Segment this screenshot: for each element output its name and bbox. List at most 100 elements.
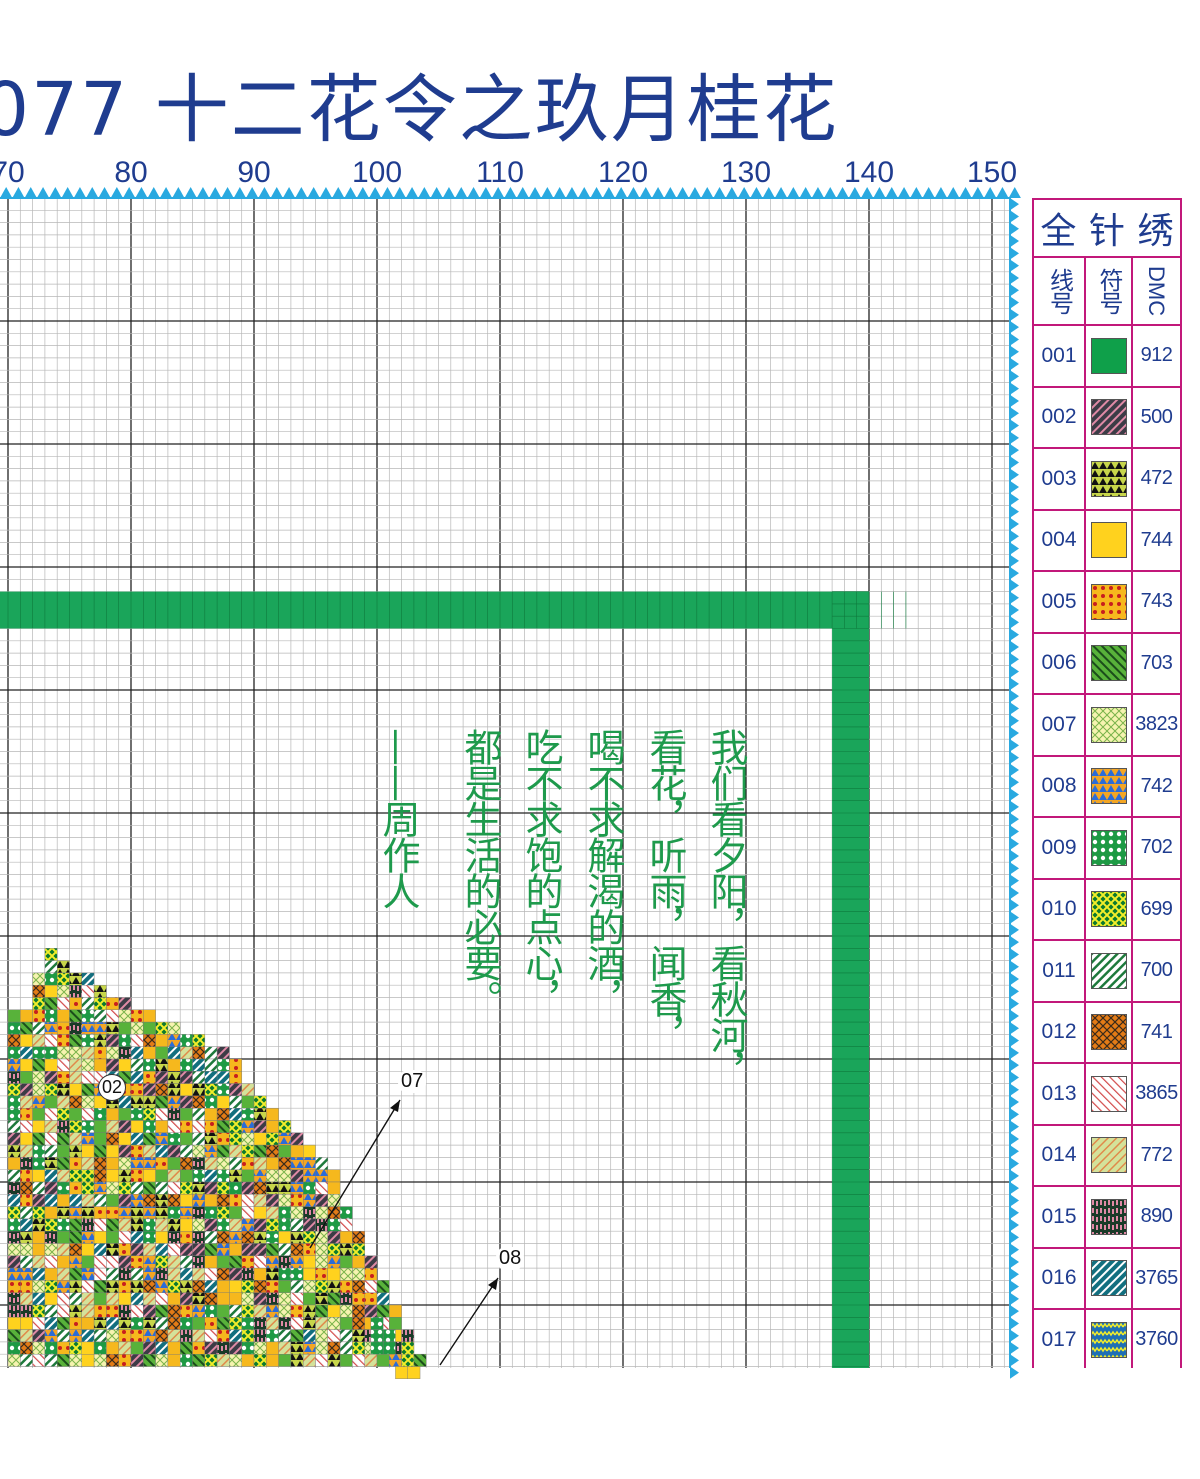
thread-number: 005	[1034, 572, 1086, 632]
ruler-label: 80	[114, 156, 147, 189]
symbol-cell	[1086, 510, 1133, 570]
legend-row: 016 3765	[1034, 1248, 1180, 1310]
legend-row: 002 500	[1034, 387, 1180, 449]
poem-line: 我们看夕阳，看秋河，	[704, 728, 748, 1088]
ruler-label: 120	[598, 156, 648, 189]
symbol-swatch	[1090, 706, 1127, 743]
symbol-cell	[1086, 572, 1133, 632]
legend-row: 005 743	[1034, 572, 1180, 634]
legend-title-char: 全	[1040, 211, 1077, 252]
symbol-cell	[1086, 1064, 1133, 1124]
ruler-label: 70	[0, 156, 25, 189]
symbol-swatch	[1090, 1137, 1127, 1174]
thread-number: 014	[1034, 1125, 1086, 1185]
legend-rows: 001 912 002 500 003 472 004 744 005 743 006 703 007 3…	[1034, 326, 1180, 1368]
poem-line: ——周作人	[376, 728, 420, 908]
dmc-code: 472	[1140, 467, 1173, 490]
symbol-swatch	[1090, 952, 1127, 989]
thread-number: 016	[1034, 1248, 1086, 1308]
symbol-cell	[1086, 1310, 1133, 1368]
thread-number: 008	[1034, 756, 1086, 816]
legend-row: 001 912	[1034, 326, 1180, 388]
thread-number: 010	[1034, 879, 1086, 939]
dmc-code: 912	[1140, 344, 1173, 367]
ruler-label: 100	[352, 156, 402, 189]
thread-number: 006	[1034, 633, 1086, 693]
dmc-code: 741	[1140, 1020, 1173, 1043]
dmc-code: 3823	[1135, 713, 1178, 736]
symbol-cell	[1086, 941, 1133, 1001]
poem-line: 喝不求解渴的酒，	[581, 728, 625, 1016]
symbol-cell	[1086, 1125, 1133, 1185]
symbol-cell	[1086, 1248, 1133, 1308]
thread-number: 004	[1034, 510, 1086, 570]
dmc-code: 3760	[1135, 1328, 1178, 1351]
legend-header: 线号 符号 DMC	[1034, 258, 1180, 326]
legend-row: 009 702	[1034, 818, 1180, 880]
symbol-swatch	[1090, 645, 1127, 682]
symbol-swatch	[1090, 891, 1127, 928]
symbol-swatch	[1090, 522, 1127, 559]
legend-row: 007 3823	[1034, 695, 1180, 757]
ruler-label: 150	[967, 156, 1017, 189]
callout-08: 08	[496, 1247, 525, 1270]
symbol-swatch	[1090, 768, 1127, 805]
legend-row: 004 744	[1034, 510, 1180, 572]
symbol-swatch	[1090, 1075, 1127, 1112]
dmc-code: 772	[1140, 1143, 1173, 1166]
legend-row: 003 472	[1034, 449, 1180, 511]
symbol-cell	[1086, 756, 1133, 816]
poem-line: 吃不求饱的点心，	[519, 728, 563, 1016]
ruler-label: 110	[476, 156, 524, 189]
symbol-swatch	[1090, 583, 1127, 620]
dmc-code: 700	[1140, 959, 1173, 982]
thread-number: 003	[1034, 449, 1086, 509]
dmc-code: 744	[1140, 528, 1173, 551]
thread-number: 001	[1034, 326, 1086, 386]
symbol-cell	[1086, 1002, 1133, 1062]
symbol-cell	[1086, 326, 1133, 386]
symbol-cell	[1086, 695, 1133, 755]
legend-header-symbol: 符号	[1086, 258, 1133, 324]
symbol-swatch	[1090, 1260, 1127, 1297]
symbol-swatch	[1090, 829, 1127, 866]
legend-row: 012 741	[1034, 1002, 1180, 1064]
legend-header-thread-no: 线号	[1034, 258, 1086, 324]
legend-title-char: 绣	[1137, 211, 1174, 252]
border-band-top	[0, 591, 833, 629]
dmc-code: 3765	[1135, 1266, 1178, 1289]
symbol-swatch	[1090, 399, 1127, 436]
callout-07: 07	[398, 1070, 427, 1093]
legend-row: 011 700	[1034, 941, 1180, 1003]
thread-number: 017	[1034, 1310, 1086, 1368]
thread-number: 012	[1034, 1002, 1086, 1062]
symbol-swatch	[1090, 1198, 1127, 1235]
page-title: 077 十二花令之玖月桂花	[0, 67, 839, 153]
dmc-code: 703	[1140, 651, 1173, 674]
symbol-cell	[1086, 387, 1133, 447]
legend-row: 008 742	[1034, 756, 1180, 818]
symbol-cell	[1086, 1187, 1133, 1247]
thread-number: 002	[1034, 387, 1086, 447]
legend-row: 014 772	[1034, 1125, 1180, 1187]
symbol-cell	[1086, 818, 1133, 878]
callout-02: 02	[98, 1074, 127, 1101]
poem-line: 看花，听雨，闻香，	[643, 728, 687, 1052]
symbol-cell	[1086, 879, 1133, 939]
dmc-code: 702	[1140, 836, 1173, 859]
thread-number: 007	[1034, 695, 1086, 755]
poem-line: 都是生活的必要。	[458, 728, 502, 1016]
symbol-cell	[1086, 633, 1133, 693]
symbol-cell	[1086, 449, 1133, 509]
thread-number: 013	[1034, 1064, 1086, 1124]
thread-number: 011	[1034, 941, 1086, 1001]
dmc-code: 3865	[1135, 1082, 1178, 1105]
dmc-code: 743	[1140, 590, 1173, 613]
dmc-code: 742	[1140, 774, 1173, 797]
symbol-swatch	[1090, 460, 1127, 497]
dmc-code: 890	[1140, 1205, 1173, 1228]
border-band-right	[832, 591, 869, 1368]
legend-header-dmc: DMC	[1144, 265, 1169, 317]
ruler-label: 130	[721, 156, 771, 189]
ruler-label: 140	[844, 156, 894, 189]
